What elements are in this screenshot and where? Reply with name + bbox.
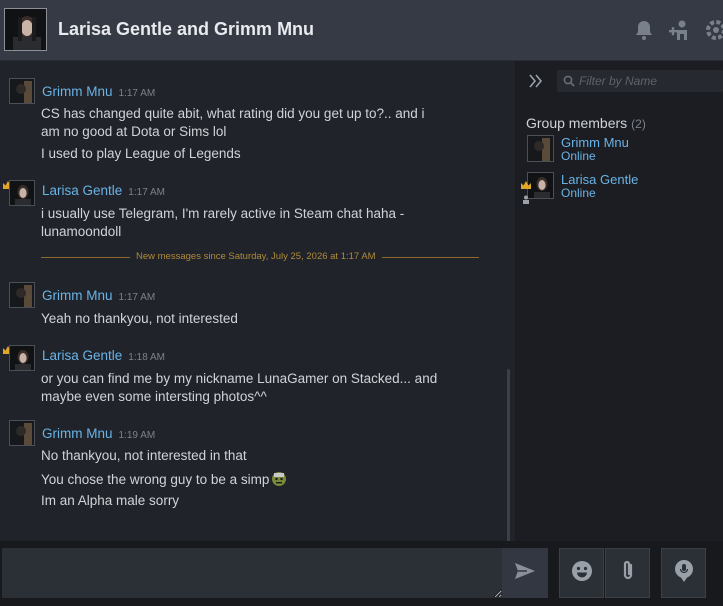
member-item[interactable]: Larisa Gentle Online (520, 172, 720, 204)
owner-icon (522, 191, 530, 204)
message-text: You chose the wrong guy to be a simp (41, 469, 481, 492)
message-text: Im an Alpha male sorry (41, 493, 180, 508)
message-time: 1:17 AM (118, 292, 156, 303)
attach-button[interactable] (605, 548, 650, 598)
member-name[interactable]: Larisa Gentle (561, 172, 638, 187)
bell-icon[interactable] (632, 18, 656, 42)
member-avatar[interactable] (527, 135, 554, 162)
message-text: No thankyou, not interested in that (41, 448, 247, 463)
member-item[interactable]: Grimm Mnu Online (520, 135, 720, 167)
sender-avatar[interactable] (9, 180, 35, 206)
voice-chat-icon (673, 559, 695, 588)
message-time: 1:17 AM (128, 187, 165, 198)
voice-button[interactable] (661, 548, 706, 598)
paperclip-icon (620, 560, 636, 587)
member-name[interactable]: Grimm Mnu (561, 135, 629, 150)
chat-title: Larisa Gentle and Grimm Mnu (58, 19, 315, 39)
message-text: Yeah no thankyou, not interested (41, 311, 238, 326)
group-members-heading: Group members (2) (526, 115, 646, 131)
sender-name[interactable]: Larisa Gentle 1:18 AM (42, 348, 165, 363)
sender-name[interactable]: Grimm Mnu 1:17 AM (42, 288, 155, 303)
message-text: or you can find me by my nickname LunaGa… (41, 371, 438, 386)
collapse-sidebar-icon[interactable] (527, 72, 545, 90)
message-text: lunamoondoll (41, 224, 122, 239)
message-text: am no good at Dota or Sims lol (41, 124, 227, 139)
sender-avatar[interactable] (9, 78, 35, 104)
filter-box[interactable] (557, 70, 723, 92)
chat-log[interactable]: Grimm Mnu 1:17 AM CS has changed quite ab… (0, 61, 515, 541)
smiley-icon (571, 560, 593, 587)
members-sidebar (515, 61, 723, 541)
member-count: (2) (631, 117, 646, 131)
emoticon-button[interactable] (559, 548, 604, 598)
sender-avatar[interactable] (9, 282, 35, 308)
message-text: CS has changed quite abit, what rating d… (41, 106, 425, 121)
sender-name[interactable]: Grimm Mnu 1:19 AM (42, 426, 155, 441)
search-icon (563, 74, 575, 87)
send-button[interactable] (502, 548, 548, 598)
message-time: 1:19 AM (118, 430, 156, 441)
filter-input[interactable] (579, 73, 719, 89)
sender-avatar[interactable] (9, 345, 35, 371)
add-friend-icon[interactable] (667, 18, 691, 42)
message-input[interactable] (2, 548, 502, 598)
group-avatar[interactable] (4, 8, 47, 51)
chat-header: Larisa Gentle and Grimm Mnu (0, 0, 723, 61)
member-avatar[interactable] (527, 172, 554, 199)
message-time: 1:17 AM (118, 88, 156, 99)
sender-name[interactable]: Grimm Mnu 1:17 AM (42, 84, 155, 99)
settings-gear-icon[interactable] (704, 18, 723, 42)
send-icon (514, 562, 536, 585)
chat-scrollbar[interactable] (507, 369, 510, 541)
member-status: Online (561, 186, 596, 200)
new-messages-label: New messages since Saturday, July 25, 20… (130, 251, 382, 262)
sender-avatar[interactable] (9, 420, 35, 446)
sender-name[interactable]: Larisa Gentle 1:17 AM (42, 183, 165, 198)
message-text: i usually use Telegram, I'm rarely activ… (41, 206, 405, 221)
message-text: maybe even some intersting photos^^ (41, 389, 267, 404)
message-time: 1:18 AM (128, 352, 165, 363)
composer-bar (0, 541, 723, 606)
member-status: Online (561, 149, 596, 163)
message-text: I used to play League of Legends (41, 146, 241, 161)
emoticon-icon (270, 469, 288, 492)
